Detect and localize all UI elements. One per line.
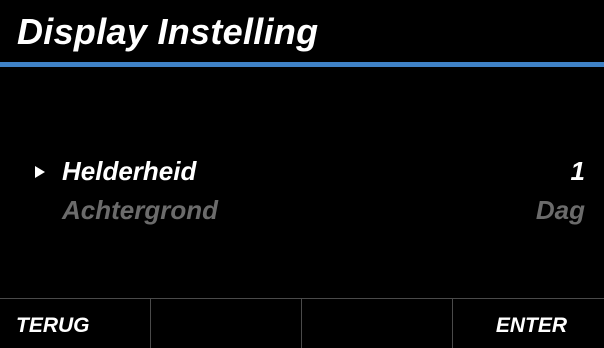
menu-item-achtergrond[interactable]: Achtergrond Dag: [0, 192, 604, 230]
softkey-3[interactable]: [302, 299, 453, 348]
enter-softkey[interactable]: ENTER: [453, 299, 604, 348]
softkey-bar: TERUG ENTER: [0, 298, 604, 348]
softkey-label: TERUG: [16, 314, 90, 337]
menu-item-value: Dag: [535, 195, 585, 225]
back-softkey[interactable]: TERUG: [0, 299, 151, 348]
softkey-2[interactable]: [151, 299, 302, 348]
selection-arrow-icon: [35, 166, 45, 178]
page-title: Display Instelling: [17, 11, 319, 52]
header-divider: [0, 62, 604, 67]
softkey-label: ENTER: [495, 314, 567, 337]
menu-item-label: Achtergrond: [62, 195, 218, 225]
menu-item-helderheid[interactable]: Helderheid 1: [0, 153, 604, 191]
menu-item-label: Helderheid: [62, 156, 197, 186]
header: Display Instelling: [0, 0, 604, 62]
menu-item-value: 1: [570, 156, 585, 186]
display-screen: Display Instelling Helderheid 1 Achtergr…: [0, 0, 604, 348]
